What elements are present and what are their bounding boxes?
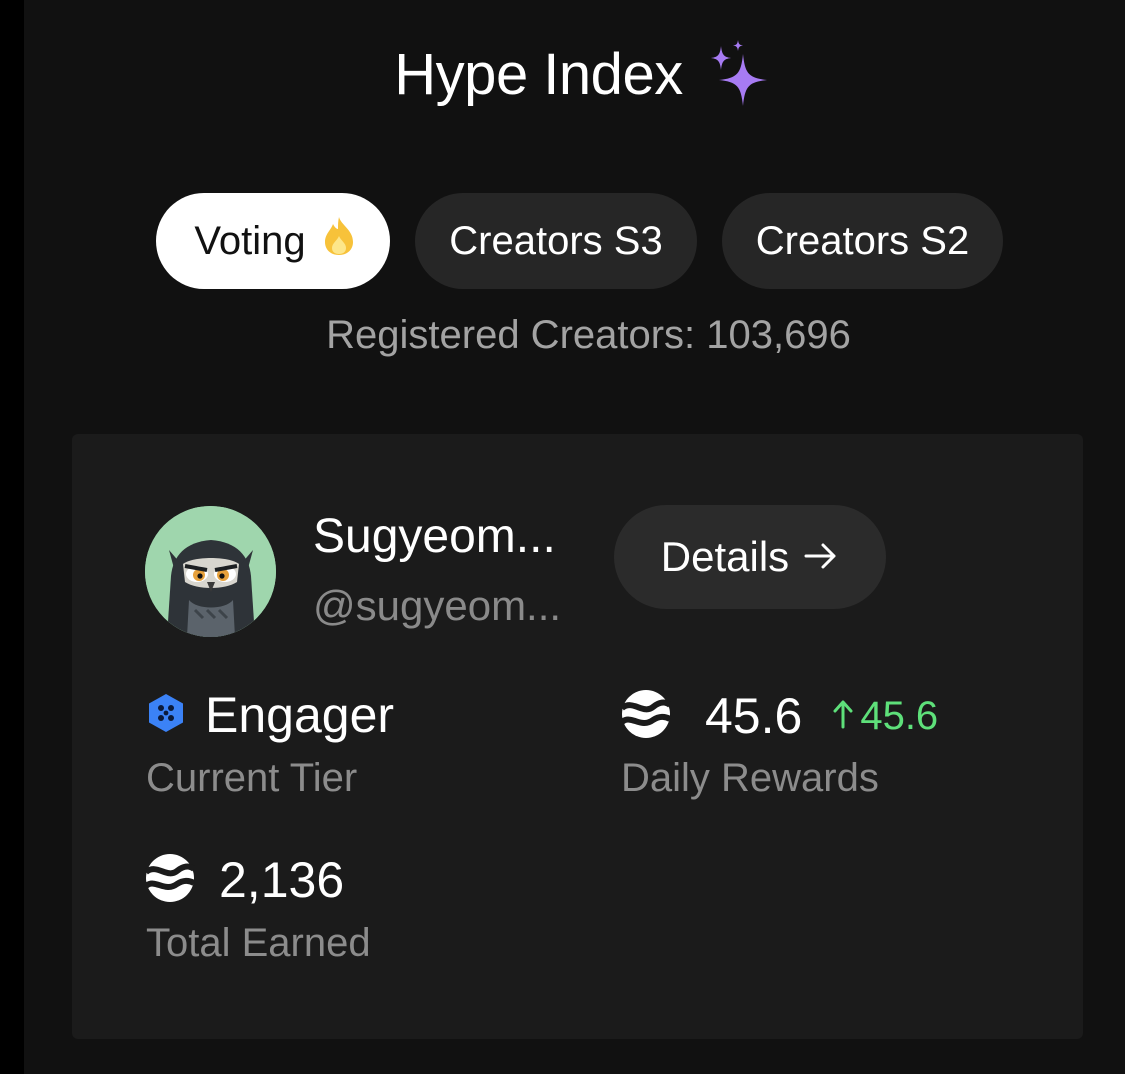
tab-creators-s3[interactable]: Creators S3 <box>415 193 697 289</box>
arrow-right-icon <box>803 533 839 581</box>
tab-creators-s2[interactable]: Creators S2 <box>722 193 1003 289</box>
tab-creators-s3-label: Creators S3 <box>449 218 663 263</box>
user-handle: @sugyeom... <box>313 582 562 629</box>
tab-creators-s2-label: Creators S2 <box>755 218 970 263</box>
total-earned-value: 2,136 <box>219 852 345 908</box>
tab-bar: Voting Creators S3 Creators S2 <box>156 193 1003 289</box>
total-earned-stat: 2,136 <box>144 851 345 909</box>
tier-label: Current Tier <box>146 756 358 800</box>
daily-rewards-value: 45.6 <box>705 688 803 744</box>
tab-voting[interactable]: Voting <box>156 193 390 289</box>
tier-value: Engager <box>205 687 395 743</box>
hexagon-tier-icon <box>147 693 185 738</box>
creator-card: Sugyeom... @sugyeom... Details Engager C… <box>72 434 1083 1039</box>
user-name: Sugyeom... <box>313 510 556 563</box>
registered-creators-count: Registered Creators: 103,696 <box>326 313 851 357</box>
details-button-label: Details <box>660 533 790 580</box>
app-screen: Hype Index Voting Creators S3 Creators S… <box>24 0 1125 1074</box>
token-icon <box>620 689 672 744</box>
header: Hype Index <box>24 40 1125 108</box>
tab-voting-label: Voting <box>194 218 306 263</box>
daily-rewards-stat: 45.6 45.6 <box>620 687 938 745</box>
daily-rewards-label: Daily Rewards <box>621 756 879 800</box>
tier-stat: Engager <box>147 686 394 744</box>
owl-avatar-image <box>145 506 276 637</box>
total-earned-label: Total Earned <box>146 921 371 965</box>
token-icon <box>144 853 196 908</box>
daily-rewards-change: 45.6 <box>832 694 938 739</box>
sparkles-icon <box>709 40 769 108</box>
flame-icon <box>322 216 356 266</box>
page-title: Hype Index <box>394 41 683 107</box>
avatar[interactable] <box>145 506 276 637</box>
daily-rewards-change-value: 45.6 <box>860 693 939 738</box>
arrow-up-icon <box>832 694 854 739</box>
details-button[interactable]: Details <box>614 505 886 609</box>
